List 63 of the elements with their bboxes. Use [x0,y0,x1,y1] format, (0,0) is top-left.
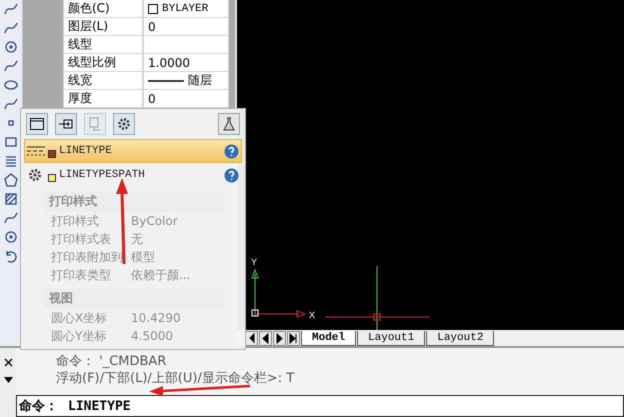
property-value: 无 [131,230,144,248]
command-input-field[interactable]: 命令： LINETYPE [16,395,624,417]
property-value[interactable]: 0 [143,90,229,108]
section-header: 打印样式 [45,191,223,212]
settings-icon[interactable] [113,113,135,135]
command-suggestion[interactable]: LINETYPESPATH [24,163,242,187]
property-label: 颜色(C) [63,0,143,18]
property-value: 模型 [131,248,156,266]
undo-icon[interactable] [4,249,18,263]
insert-icon[interactable] [55,113,77,135]
property-label: 打印样式表 [51,230,112,248]
ellipse-icon[interactable] [4,78,18,92]
property-label: 圆心Y坐标 [51,328,108,344]
flask-icon[interactable] [218,113,240,135]
polygon-icon[interactable] [4,173,18,187]
tab-nav-button[interactable] [273,330,286,346]
rectangle-icon[interactable] [4,135,18,149]
property-label: 打印表类型 [51,266,112,284]
property-value[interactable]: 随层 [143,72,229,90]
suggestion-text: LINETYPE [59,145,113,157]
suggestion-text: LINETYPESPATH [59,169,146,181]
color-value: BYLAYER [162,2,208,14]
property-label: 图层(L) [63,18,143,36]
property-value[interactable]: 0 [143,18,229,36]
property-value[interactable]: BYLAYER [143,0,229,18]
hatch-icon[interactable] [4,192,18,206]
command-history-line: 命令： '_CMDBAR [56,353,168,367]
help-icon[interactable] [224,144,239,158]
command-input-text: LINETYPE [68,398,131,414]
curve-icon[interactable] [4,2,18,16]
circle-dot-icon[interactable] [4,230,18,244]
property-label: 打印表附加到 [51,248,124,266]
linetype-icon [27,145,45,157]
property-value[interactable]: 1.0000 [143,54,229,72]
tab-nav-button[interactable] [287,330,300,346]
layout-tab[interactable]: Layout1 [357,330,426,346]
property-label: 线型比例 [63,54,143,72]
lineweight-value: 随层 [188,72,212,89]
layout-tab[interactable]: Layout2 [426,330,494,346]
tab-nav-button[interactable] [245,330,258,346]
property-label: 厚度 [63,90,143,108]
property-label: 圆心X坐标 [51,310,108,326]
caret-icon[interactable] [4,377,12,383]
crosshair-cursor-icon [325,266,429,330]
command-history-line: 浮动(F)/下部(L)/上部(U)/显示命令栏>: T [56,370,296,384]
window-icon[interactable] [26,113,48,135]
help-icon[interactable] [224,168,239,182]
property-value: 10.4290 [131,311,182,325]
property-label: 线宽 [63,72,143,90]
tab-nav-button[interactable] [259,330,272,346]
close-icon[interactable] [4,358,12,367]
section-header: 视图 [45,288,223,309]
property-value: ByColor [131,214,179,228]
property-label: 线型 [63,36,143,54]
property-value: 依赖于颜... [131,266,192,284]
layout-tab[interactable]: Model [301,330,356,346]
circle-icon[interactable] [4,40,18,54]
property-value: 4.5000 [131,329,174,343]
line-sample-icon [148,78,184,82]
color-swatch-icon [148,4,158,14]
command-prompt: 命令： [19,398,58,415]
command-suggestion[interactable]: LINETYPE [24,139,242,163]
property-label: 打印样式 [51,212,100,230]
